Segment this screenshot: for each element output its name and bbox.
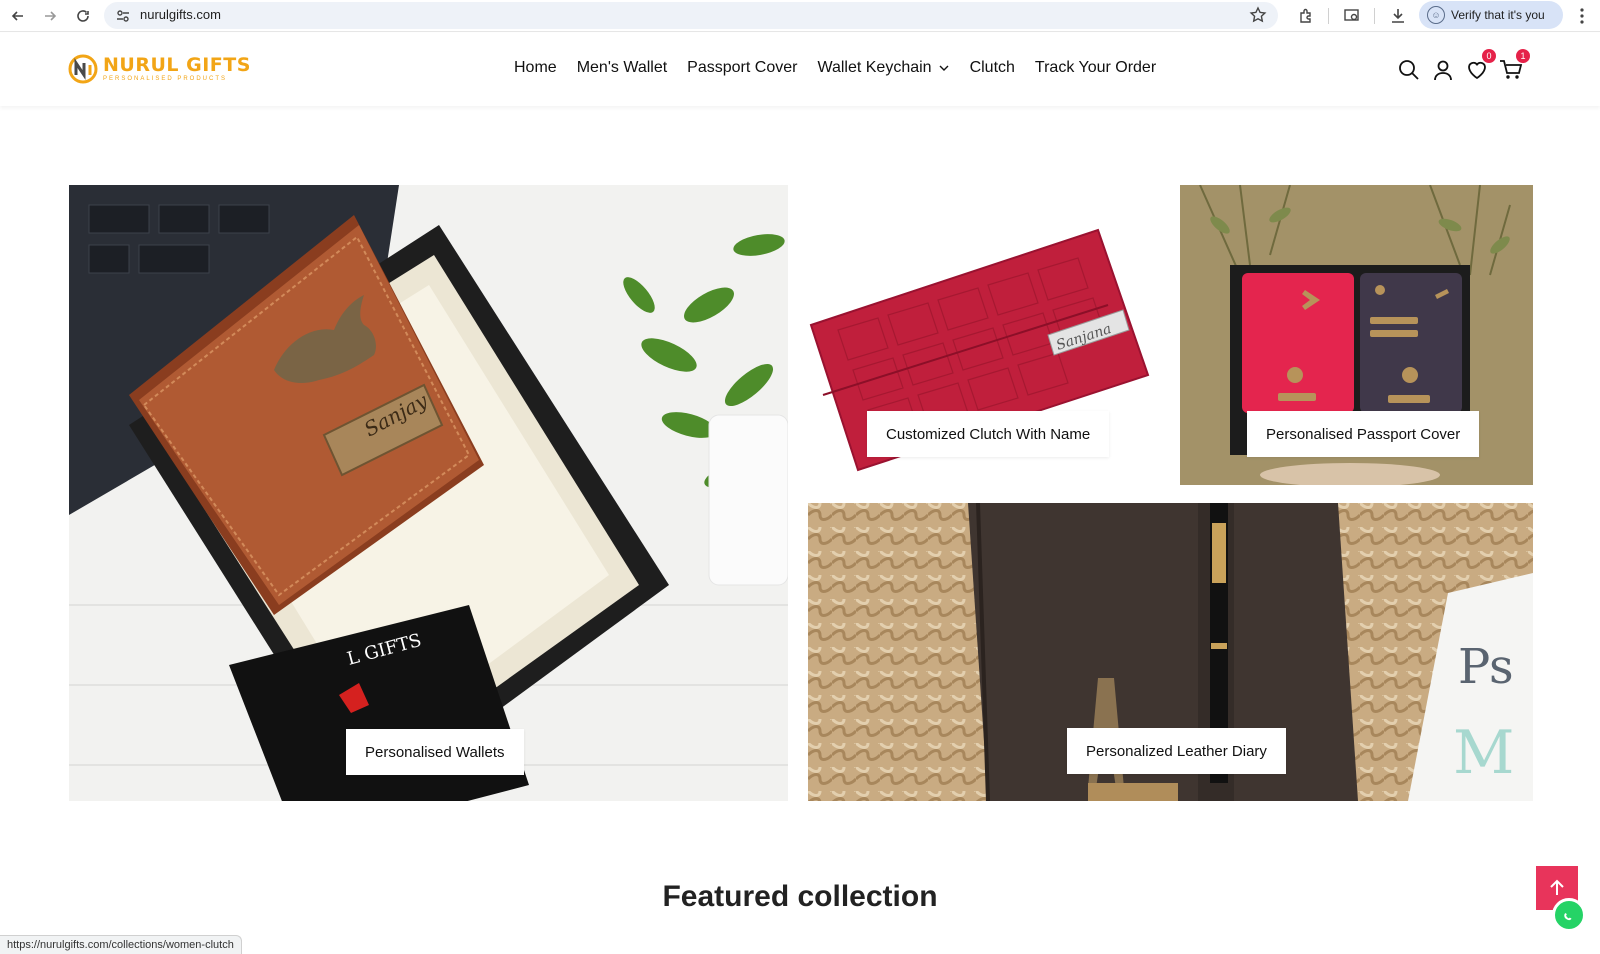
svg-text:Ps: Ps bbox=[1458, 639, 1514, 695]
site-info-icon[interactable] bbox=[114, 7, 132, 25]
nav-wallet-keychain-label: Wallet Keychain bbox=[817, 59, 932, 76]
extensions-icon[interactable] bbox=[1294, 4, 1318, 28]
nav-wallet-keychain[interactable]: Wallet Keychain bbox=[817, 59, 949, 77]
menu-kebab-icon[interactable] bbox=[1570, 4, 1594, 28]
cart-count-badge: 1 bbox=[1516, 49, 1530, 63]
main-navigation: Home Men's Wallet Passport Cover Wallet … bbox=[514, 59, 1176, 77]
account-icon[interactable] bbox=[1428, 55, 1458, 85]
logo-text: NURUL GIFTS bbox=[103, 54, 251, 76]
link-status-bar: https://nurulgifts.com/collections/women… bbox=[0, 935, 242, 954]
passport-label[interactable]: Personalised Passport Cover bbox=[1247, 411, 1480, 457]
verify-identity-button[interactable]: ☺ Verify that it's you bbox=[1419, 1, 1563, 29]
nav-passport-cover[interactable]: Passport Cover bbox=[687, 59, 797, 77]
wallets-label[interactable]: Personalised Wallets bbox=[346, 729, 524, 775]
url-text[interactable]: nurulgifts.com bbox=[140, 7, 221, 22]
featured-collection-heading: Featured collection bbox=[662, 880, 938, 913]
site-logo[interactable]: NURUL GIFTS PERSONALISED PRODUCTS bbox=[67, 51, 251, 87]
collection-tile-clutch[interactable]: Sanjana Customized Clutch With Name bbox=[808, 185, 1168, 485]
browser-toolbar: nurulgifts.com ☺ Verify that it's you bbox=[0, 0, 1600, 32]
nav-track-order[interactable]: Track Your Order bbox=[1035, 59, 1156, 77]
clutch-label[interactable]: Customized Clutch With Name bbox=[867, 411, 1110, 457]
cart-icon[interactable]: 1 bbox=[1496, 49, 1530, 85]
collection-tile-diary[interactable]: Ps M Personalized Leather Diary bbox=[808, 503, 1533, 801]
collection-tile-passport[interactable]: Personalised Passport Cover bbox=[1180, 185, 1533, 485]
verify-label: Verify that it's you bbox=[1451, 8, 1545, 22]
whatsapp-icon bbox=[1564, 913, 1572, 921]
bookmark-star-icon[interactable] bbox=[1248, 5, 1268, 25]
download-icon[interactable] bbox=[1386, 4, 1410, 28]
search-icon[interactable] bbox=[1394, 55, 1424, 85]
back-icon[interactable] bbox=[6, 4, 30, 28]
logo-mark-icon bbox=[68, 54, 98, 84]
nav-mens-wallet[interactable]: Men's Wallet bbox=[577, 59, 667, 77]
site-header: NURUL GIFTS PERSONALISED PRODUCTS Home M… bbox=[0, 33, 1600, 106]
logo-tagline: PERSONALISED PRODUCTS bbox=[103, 76, 228, 82]
nav-home[interactable]: Home bbox=[514, 59, 557, 77]
address-bar[interactable]: nurulgifts.com bbox=[104, 2, 1278, 29]
page-search-icon[interactable] bbox=[1340, 4, 1364, 28]
forward-icon[interactable] bbox=[38, 4, 62, 28]
wishlist-count-badge: 0 bbox=[1482, 49, 1496, 63]
wishlist-heart-icon[interactable]: 0 bbox=[1462, 49, 1496, 85]
chevron-down-icon bbox=[939, 65, 949, 71]
whatsapp-chat-button[interactable] bbox=[1552, 898, 1586, 932]
wallet-product-image: L GIFTS Sanjay bbox=[69, 185, 788, 801]
arrow-up-icon bbox=[1550, 879, 1564, 895]
nav-clutch[interactable]: Clutch bbox=[970, 59, 1015, 77]
reload-icon[interactable] bbox=[71, 4, 95, 28]
profile-icon: ☺ bbox=[1427, 6, 1445, 24]
toolbar-divider bbox=[1374, 8, 1375, 24]
svg-text:M: M bbox=[1453, 718, 1514, 788]
collection-tile-wallets[interactable]: L GIFTS Sanjay Personalised Wallets bbox=[69, 185, 788, 801]
diary-label[interactable]: Personalized Leather Diary bbox=[1067, 728, 1286, 774]
toolbar-divider bbox=[1328, 8, 1329, 24]
